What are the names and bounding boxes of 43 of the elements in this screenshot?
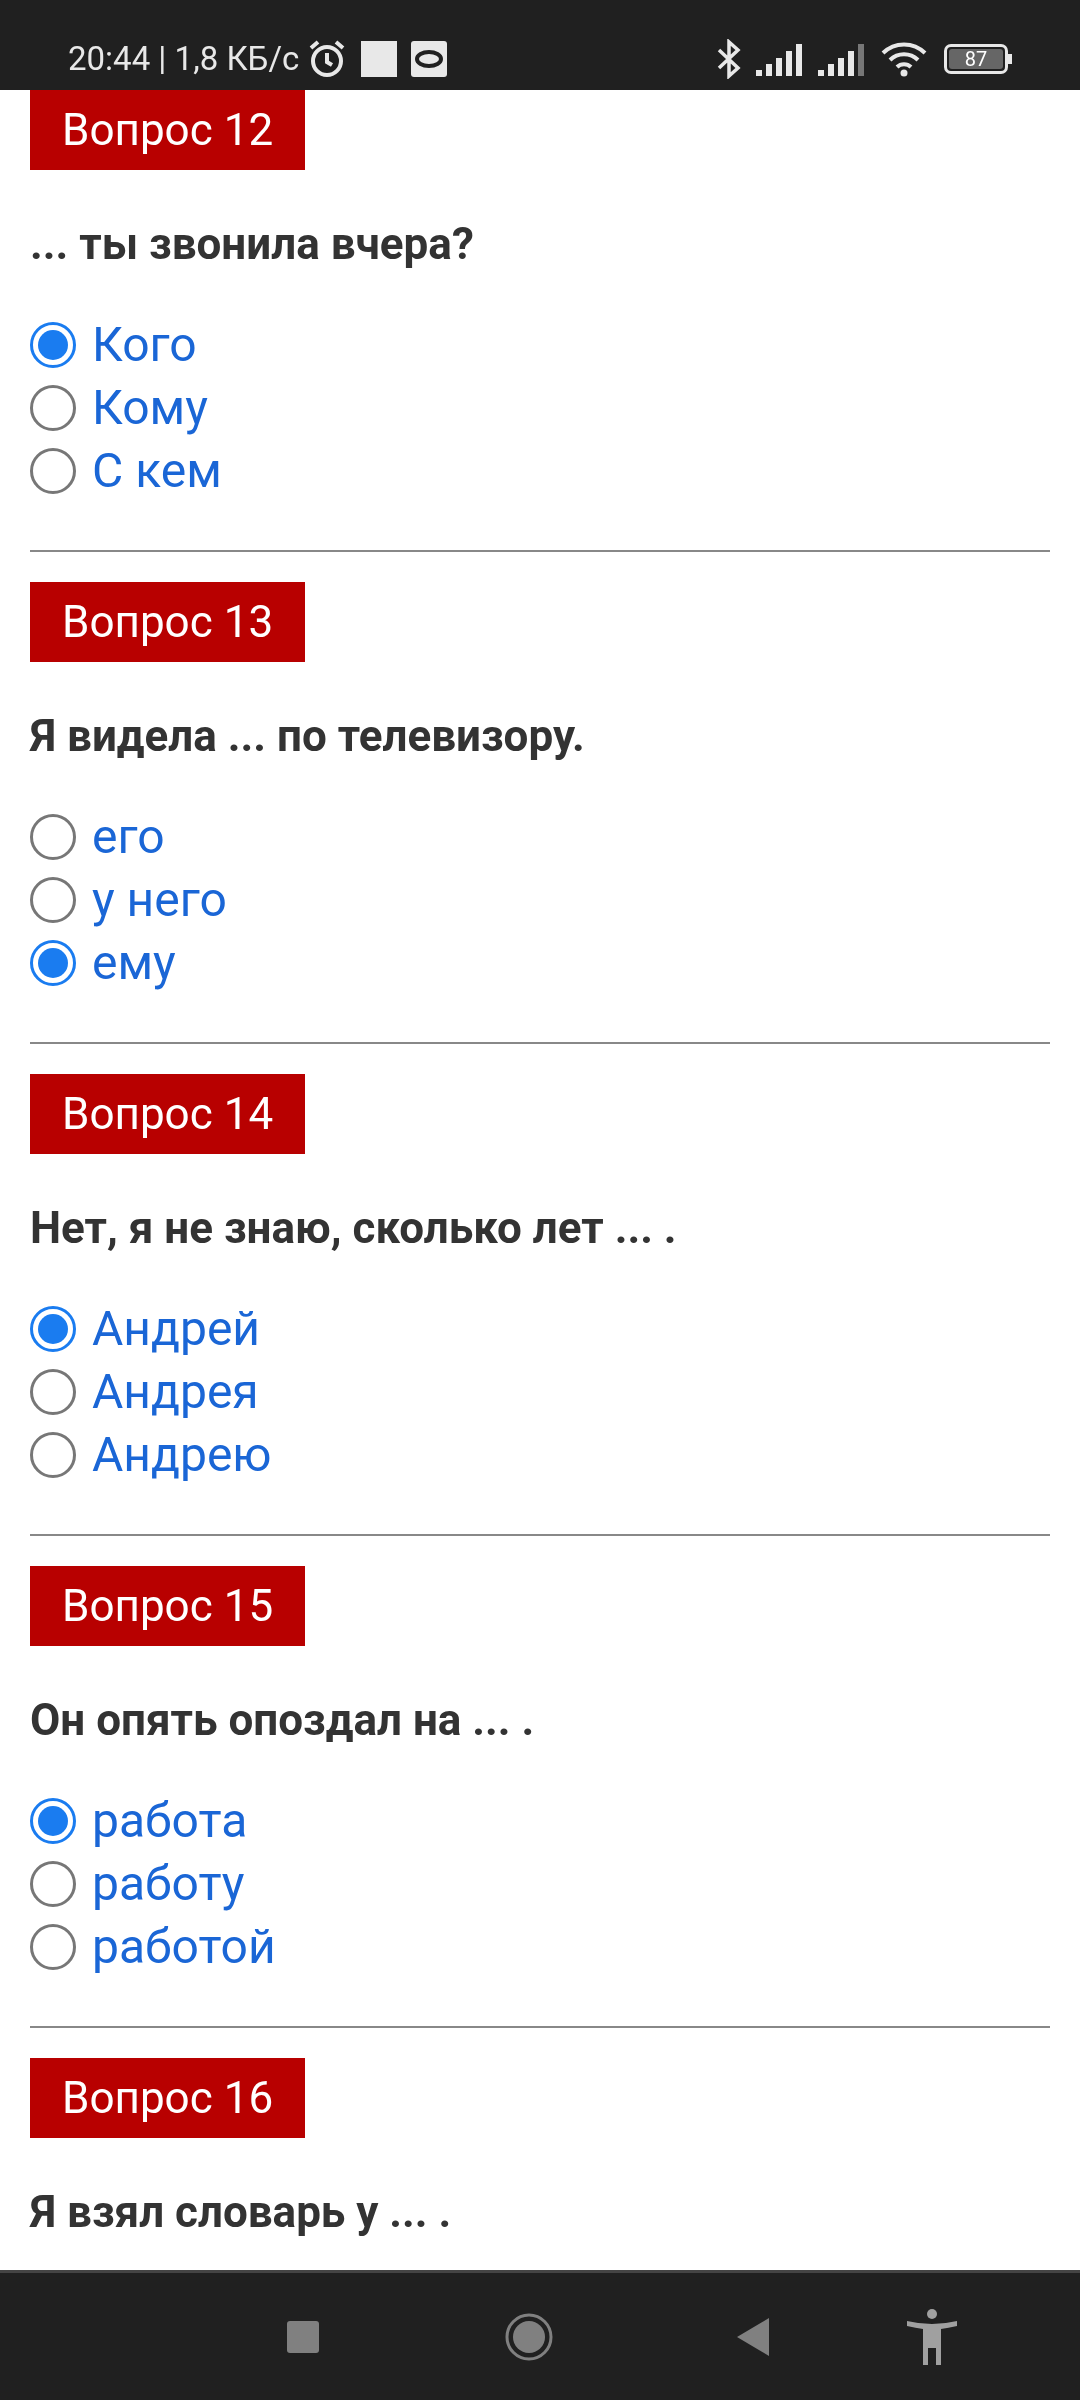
radio-button[interactable] xyxy=(30,1797,76,1844)
question-text: Нет, я не знаю, сколько лет ... . xyxy=(30,1201,677,1256)
option-label[interactable]: С кем xyxy=(92,440,222,501)
option-label[interactable]: Андрею xyxy=(92,1424,272,1485)
question-text: Я взял словарь у ... . xyxy=(30,2185,452,2240)
question-number: Вопрос 14 xyxy=(30,1074,306,1154)
question-number: Вопрос 13 xyxy=(30,582,306,662)
option-label[interactable]: Андрей xyxy=(92,1298,261,1359)
square-icon xyxy=(361,41,398,77)
question-number: Вопрос 12 xyxy=(30,90,306,170)
option-label[interactable]: работа xyxy=(92,1790,248,1851)
option-label[interactable]: Андрея xyxy=(92,1361,259,1422)
option-label[interactable]: у него xyxy=(92,869,227,930)
radio-button[interactable] xyxy=(30,384,76,431)
status-time: 20:44 | 1,8 КБ/с xyxy=(68,38,300,81)
radio-button[interactable] xyxy=(30,1431,76,1478)
question-text: Он опять опоздал на ... . xyxy=(30,1693,535,1748)
home-icon[interactable] xyxy=(504,2311,554,2362)
radio-button[interactable] xyxy=(30,1368,76,1415)
question-number: Вопрос 16 xyxy=(30,2058,306,2138)
question-text: Я видела ... по телевизору. xyxy=(30,709,585,764)
radio-button[interactable] xyxy=(30,321,76,368)
option-label[interactable]: его xyxy=(92,806,165,867)
wifi-icon xyxy=(880,40,928,78)
question-text: ... ты звонила вчера? xyxy=(30,217,474,272)
bluetooth-icon xyxy=(716,39,742,79)
option-label[interactable]: Кого xyxy=(92,314,197,375)
option-label[interactable]: работу xyxy=(92,1853,245,1914)
accessibility-icon[interactable] xyxy=(907,2308,957,2365)
radio-button[interactable] xyxy=(30,939,76,986)
option-label[interactable]: ему xyxy=(92,932,176,993)
radio-button[interactable] xyxy=(30,447,76,494)
recents-icon[interactable] xyxy=(287,2320,319,2353)
radio-button[interactable] xyxy=(30,813,76,860)
option-label[interactable]: Кому xyxy=(92,377,208,438)
radio-button[interactable] xyxy=(30,1860,76,1907)
radio-button[interactable] xyxy=(30,1305,76,1352)
radio-button[interactable] xyxy=(30,1923,76,1970)
option-label[interactable]: работой xyxy=(92,1916,276,1977)
notification-icon xyxy=(411,41,448,77)
question-number: Вопрос 15 xyxy=(30,1566,306,1646)
back-icon[interactable] xyxy=(737,2317,769,2356)
radio-button[interactable] xyxy=(30,876,76,923)
